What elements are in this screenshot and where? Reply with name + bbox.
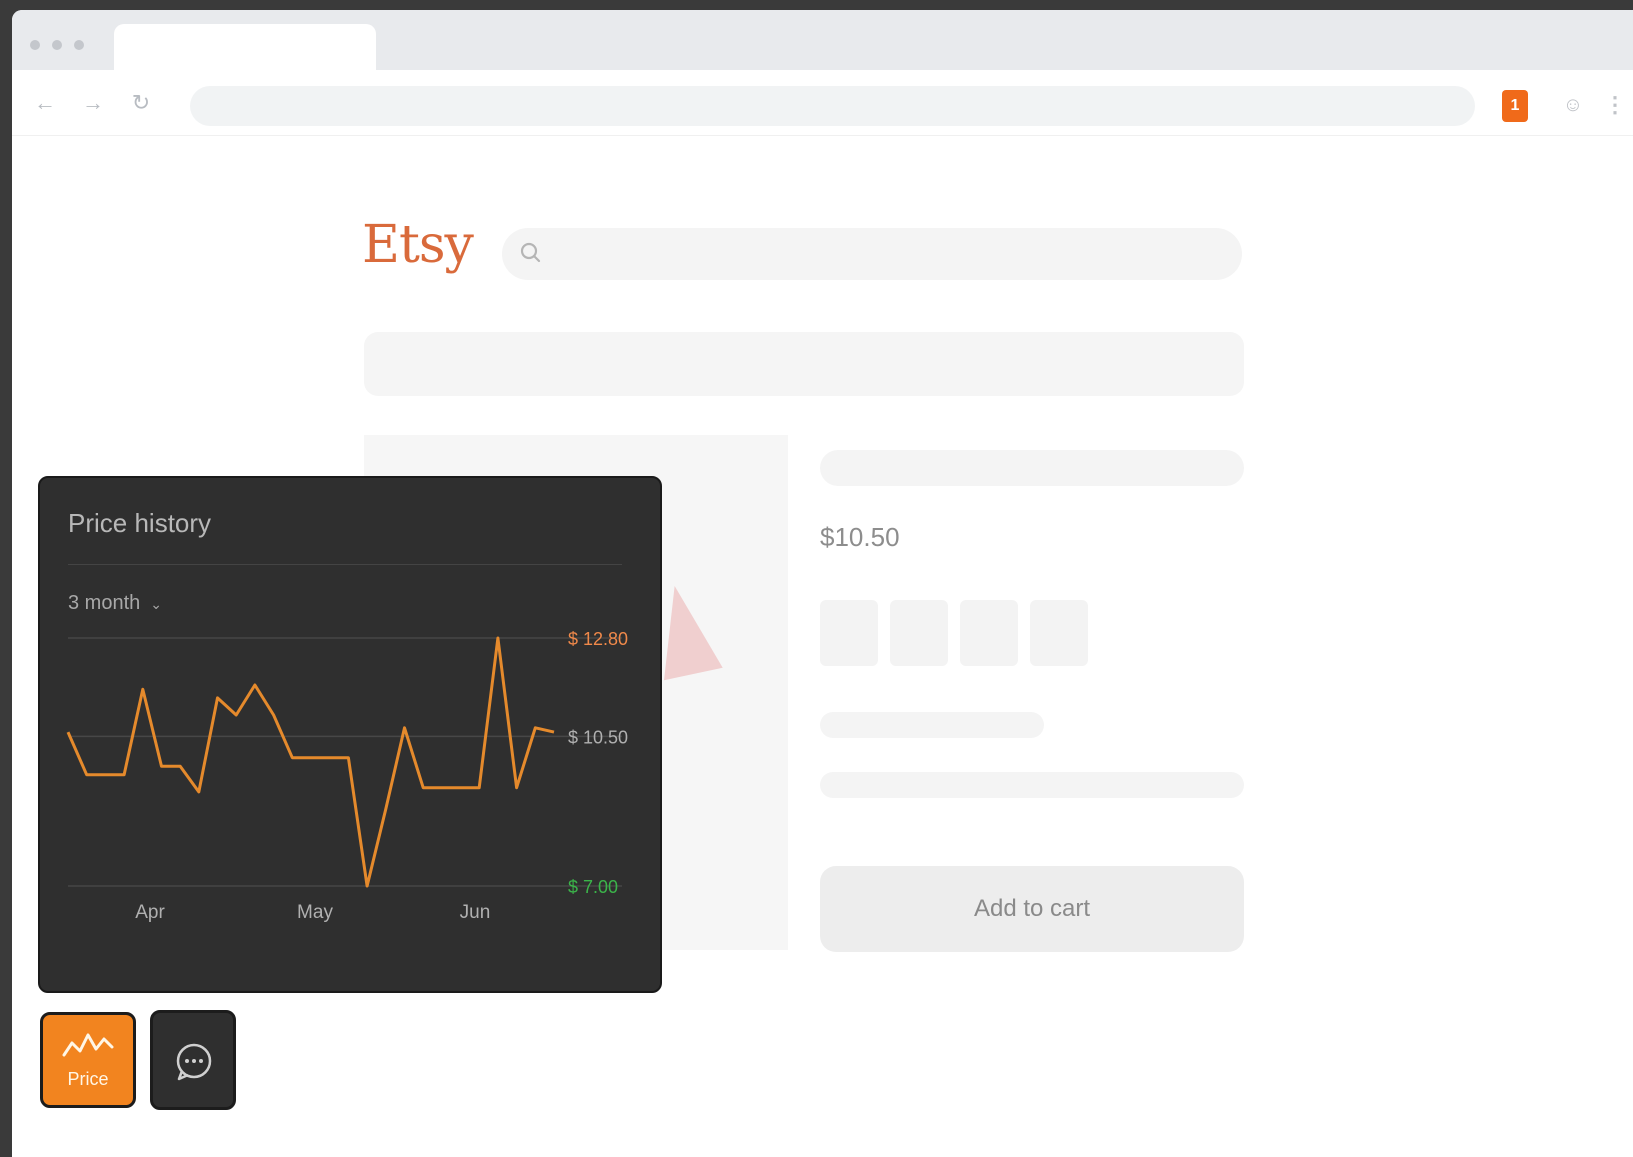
price-history-panel: Price history 3 month ⌄ $ 12.80 $ 10.50 $ 7… [38,476,662,993]
variant-swatch[interactable] [960,600,1018,666]
menu-icon[interactable]: ⋮ [1604,90,1626,120]
reload-icon[interactable]: ↻ [126,88,156,118]
price-history-button[interactable]: Price [40,1012,136,1108]
price-button-label: Price [67,1069,109,1089]
variant-swatch[interactable] [890,600,948,666]
chat-button[interactable] [150,1010,236,1110]
detail-placeholder [820,772,1244,798]
back-arrow-icon[interactable]: ← [30,88,60,118]
y-tick-label: $ 10.50 [568,727,628,747]
product-price: $10.50 [820,522,900,552]
product-title-placeholder [820,450,1244,486]
price-history-chart: $ 12.80 $ 10.50 $ 7.00 Apr May Jun [66,629,628,923]
price-series-line [66,636,555,888]
chat-bubble-icon [176,1043,212,1081]
forward-arrow-icon[interactable]: → [78,88,108,118]
address-bar[interactable] [190,86,1475,126]
window-maximize-dot[interactable] [74,40,84,50]
browser-toolbar: ← → ↻ 1 ☺ ⋮ [12,70,1633,136]
add-to-cart-button[interactable]: Add to cart [820,866,1244,952]
extension-icon[interactable]: 1 [1502,90,1528,122]
window-minimize-dot[interactable] [52,40,62,50]
tab-bar [12,10,1633,74]
x-tick-label: Apr [135,902,165,923]
window-close-dot[interactable] [30,40,40,50]
etsy-logo[interactable]: Etsy [362,215,474,275]
banner-placeholder [364,332,1244,396]
price-chart-icon [62,1033,114,1057]
y-tick-label: $ 12.80 [568,629,628,649]
search-input[interactable] [502,228,1242,280]
y-tick-label: $ 7.00 [568,877,618,897]
variant-swatch[interactable] [820,600,878,666]
variant-swatch[interactable] [1030,600,1088,666]
search-icon [520,242,541,263]
profile-icon[interactable]: ☺ [1558,90,1588,120]
detail-placeholder [820,712,1044,738]
x-tick-label: May [297,902,333,923]
active-tab[interactable] [114,24,376,74]
x-tick-label: Jun [460,902,491,923]
